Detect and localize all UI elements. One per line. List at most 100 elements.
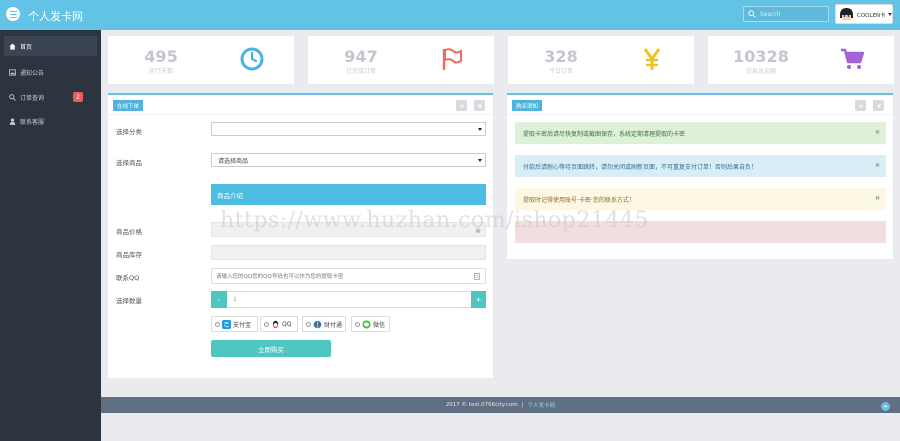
panel-title: 在线下单: [113, 100, 144, 111]
quantity-label: 选择数量: [116, 297, 142, 305]
sidebar-item-order-query[interactable]: 订单查询 2: [4, 87, 97, 107]
top-navbar: 个人发卡网 COOLEN卡: [0, 0, 900, 30]
search-icon: [9, 93, 16, 101]
alert-text: 提取卡密后请尽快复制或截图保存，系统定期清理提取的卡密: [523, 130, 686, 138]
search-input[interactable]: [760, 8, 826, 20]
note-icon: [474, 273, 480, 280]
stat-card-completed-orders: 947 已完成订单: [308, 36, 494, 84]
chevron-up-icon: [883, 405, 888, 408]
quantity-input[interactable]: [227, 291, 471, 308]
quantity-decrease-button[interactable]: -: [211, 291, 227, 308]
stat-value: 10328: [733, 47, 789, 66]
radio-icon[interactable]: [306, 321, 311, 327]
search-box[interactable]: [743, 6, 829, 22]
cart-icon: [841, 48, 865, 69]
qq-icon: [272, 320, 279, 328]
payment-label: 支付宝: [233, 321, 252, 329]
notice-alert-warning: 提取时记得使用账号·卡密·您的联系方式！ ✖: [515, 188, 886, 210]
product-select-value: 请选择商品: [218, 157, 249, 165]
close-icon: [876, 103, 881, 108]
radio-icon[interactable]: [264, 321, 269, 327]
menu-toggle-icon[interactable]: [6, 7, 20, 21]
sidebar-item-contact[interactable]: 联系客服: [4, 111, 97, 131]
price-label: 商品价格: [116, 228, 142, 236]
stat-label: 已完成订单: [345, 68, 376, 75]
notice-alert-info: 付款后请耐心等待页面跳转，请勿关闭或刷新页面，不可重复支付订单！否则后果自负！ …: [515, 155, 886, 177]
clock-icon: [240, 47, 264, 71]
close-icon[interactable]: ✖: [875, 162, 880, 169]
home-icon: [9, 42, 16, 50]
chevron-down-icon: [858, 104, 863, 108]
panel-title: 购买须知: [512, 100, 543, 111]
avatar: [838, 6, 855, 23]
close-icon[interactable]: ✖: [875, 195, 880, 202]
payment-option-tenpay[interactable]: 财付通: [302, 316, 346, 332]
alert-text: 付款后请耐心等待页面跳转，请勿关闭或刷新页面，不可重复支付订单！否则后果自负！: [523, 163, 758, 171]
product-intro-bar: 商品介绍: [211, 184, 486, 205]
sidebar-item-label: 通知公告: [20, 69, 45, 77]
payment-option-alipay[interactable]: 支付宝: [211, 316, 258, 332]
stat-value: 328: [544, 47, 578, 66]
watermark: https://www.huzhan.com/ishop21445: [220, 208, 649, 233]
buy-now-button[interactable]: 立即购买: [211, 340, 331, 357]
sidebar: 首页 通知公告 订单查询 2 联系客服: [0, 30, 101, 441]
close-icon[interactable]: ✖: [875, 129, 880, 136]
stat-card-total-amount: 10328 交易总金额: [708, 36, 894, 84]
product-select[interactable]: 请选择商品: [211, 153, 486, 167]
tenpay-icon: [313, 320, 322, 328]
category-select[interactable]: [211, 122, 486, 136]
payment-option-qq[interactable]: QQ: [260, 316, 298, 332]
payment-label: 微信: [373, 321, 386, 329]
user-menu[interactable]: COOLEN卡: [835, 4, 893, 24]
quantity-increase-button[interactable]: +: [471, 291, 486, 308]
stat-label: 运行天数: [148, 68, 173, 75]
search-icon: [748, 10, 756, 18]
chevron-down-icon: [478, 159, 482, 162]
footer-site-link[interactable]: 个人发卡网: [528, 401, 556, 409]
site-title[interactable]: 个人发卡网: [28, 8, 83, 24]
wechat-icon: [362, 320, 371, 328]
sidebar-item-label: 订单查询: [20, 94, 45, 102]
alert-text: 提取时记得使用账号·卡密·您的联系方式！: [523, 196, 635, 204]
stock-field: [211, 245, 486, 260]
footer-copyright: 2017 © test.0766city.com: [445, 402, 518, 408]
stat-value: 495: [144, 47, 178, 66]
collapse-button[interactable]: [456, 100, 467, 111]
radio-icon[interactable]: [215, 321, 220, 327]
user-name: COOLEN卡: [857, 13, 886, 19]
stat-label: 交易总金额: [745, 68, 776, 75]
order-count-badge: 2: [73, 92, 83, 102]
order-panel-header: 在线下单: [108, 95, 493, 115]
close-icon: [477, 103, 482, 108]
alipay-icon: [222, 319, 231, 329]
user-icon: [9, 117, 16, 125]
collapse-button[interactable]: [855, 100, 866, 111]
back-to-top-button[interactable]: [881, 402, 890, 411]
payment-option-wechat[interactable]: 微信: [351, 316, 390, 332]
footer: 2017 © test.0766city.com | 个人发卡网: [101, 397, 900, 413]
product-label: 选择商品: [116, 159, 142, 167]
stat-label: 今日订单: [548, 68, 573, 75]
notice-alert-success: 提取卡密后请尽快复制或截图保存，系统定期清理提取的卡密 ✖: [515, 122, 886, 144]
stat-value: 947: [344, 47, 378, 66]
footer-separator: |: [521, 402, 524, 408]
payment-label: 财付通: [324, 321, 343, 329]
chevron-down-icon: [478, 128, 482, 131]
stat-card-today-orders: 328 今日订单: [508, 36, 694, 84]
close-button[interactable]: [474, 100, 485, 111]
stock-label: 商品库存: [116, 251, 142, 259]
qq-input[interactable]: [216, 271, 471, 282]
image-icon: [9, 68, 16, 76]
chevron-down-icon: [888, 13, 892, 16]
flag-icon: [442, 48, 462, 70]
sidebar-item-home[interactable]: 首页: [4, 36, 97, 56]
category-label: 选择分类: [116, 128, 142, 136]
radio-icon[interactable]: [355, 321, 360, 327]
qq-field[interactable]: [211, 268, 486, 284]
sidebar-item-label: 联系客服: [20, 118, 45, 126]
sidebar-item-notice[interactable]: 通知公告: [4, 62, 97, 82]
sidebar-item-label: 首页: [20, 43, 33, 51]
contact-label: 联系QQ: [116, 274, 140, 282]
notice-panel-header: 购买须知: [507, 95, 893, 115]
close-button[interactable]: [873, 100, 884, 111]
